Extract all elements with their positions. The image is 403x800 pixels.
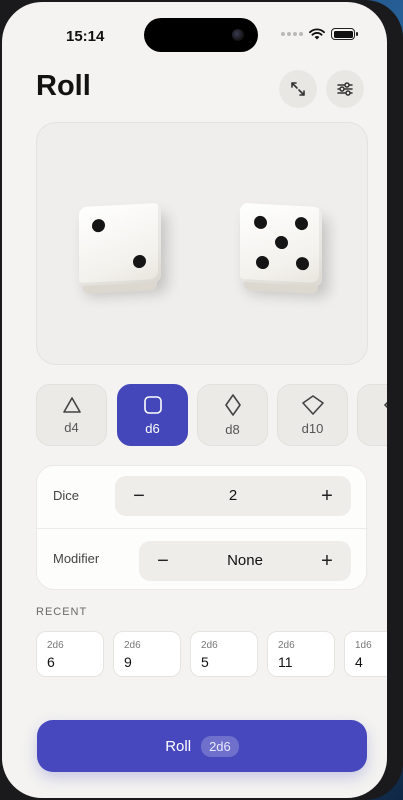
recent-roll-expression: 2d6 [201,640,218,651]
modifier-decrement-button[interactable]: − [143,541,183,581]
dice-type-label: d10 [301,420,324,436]
recent-section-title: RECENT [36,606,88,618]
recent-roll-card[interactable]: 2d6 11 [267,631,335,677]
recent-roll-card[interactable]: 2d6 9 [113,631,181,677]
dice-type-more[interactable]: d [357,384,387,446]
status-time: 15:14 [66,28,105,45]
roll-formula-badge: 2d6 [201,735,239,757]
sliders-icon [337,82,353,96]
recent-roll-card[interactable]: 2d6 5 [190,631,258,677]
phone-frame: 15:14 Roll d4 d6 d8 d10 Dice − 2 + Modif… [0,0,403,800]
recent-roll-expression: 2d6 [47,640,64,651]
status-icons [281,28,358,40]
kite-icon [301,394,324,415]
status-bar: 15:14 [2,2,387,62]
dice-type-label: d6 [145,420,160,436]
wifi-icon [309,28,325,40]
dice-count-value: 2 [228,487,238,504]
square-icon [143,395,162,414]
diamond-icon [224,393,241,416]
recent-roll-total: 4 [355,654,363,670]
recent-roll-expression: 1d6 [355,640,372,651]
roll-button[interactable]: Roll 2d6 [37,720,367,772]
die-face-2 [79,202,161,294]
dice-type-d6[interactable]: d6 [117,384,188,446]
triangle-icon [62,396,81,413]
app-screen: 15:14 Roll d4 d6 d8 d10 Dice − 2 + Modif… [2,2,387,798]
dice-roll-area[interactable] [36,122,368,365]
recent-roll-expression: 2d6 [278,640,295,651]
die-face-5 [240,202,322,294]
recent-roll-card[interactable]: 1d6 4 [344,631,387,677]
roll-controls: Dice − 2 + Modifier − None + [36,465,368,590]
modifier-increment-button[interactable]: + [307,541,347,581]
roll-button-label: Roll [165,737,192,755]
dice-count-stepper: − 2 + [115,476,351,516]
dice-type-d4[interactable]: d4 [36,384,107,446]
recent-rolls-list: 2d6 6 2d6 9 2d6 5 2d6 11 1d6 4 [36,631,387,679]
recent-roll-total: 5 [201,654,209,670]
die-icon [383,400,387,409]
dice-type-label: d8 [225,421,240,437]
dice-type-d8[interactable]: d8 [197,384,268,446]
modifier-label: Modifier [53,551,100,566]
dynamic-island [144,18,258,52]
dice-type-selector: d4 d6 d8 d10 [36,384,387,446]
recent-roll-expression: 2d6 [124,640,141,651]
recent-roll-total: 11 [278,654,293,670]
recent-roll-total: 9 [124,654,132,670]
camera-icon [232,29,244,41]
expand-button[interactable] [279,70,317,108]
modifier-stepper: − None + [139,541,351,581]
battery-icon [331,28,358,40]
recent-roll-total: 6 [47,654,55,670]
modifier-row: Modifier − None + [37,528,368,590]
dice-type-label: d4 [64,419,79,435]
page-title: Roll [36,70,91,102]
cellular-signal-icon [281,32,303,36]
dice-type-d10[interactable]: d10 [277,384,348,446]
dice-decrement-button[interactable]: − [119,476,159,516]
dice-count-row: Dice − 2 + [37,466,368,528]
dice-count-label: Dice [53,488,80,503]
dice-increment-button[interactable]: + [307,476,347,516]
modifier-value: None [227,552,263,569]
settings-button[interactable] [326,70,364,108]
recent-roll-card[interactable]: 2d6 6 [36,631,104,677]
expand-icon [291,82,305,96]
